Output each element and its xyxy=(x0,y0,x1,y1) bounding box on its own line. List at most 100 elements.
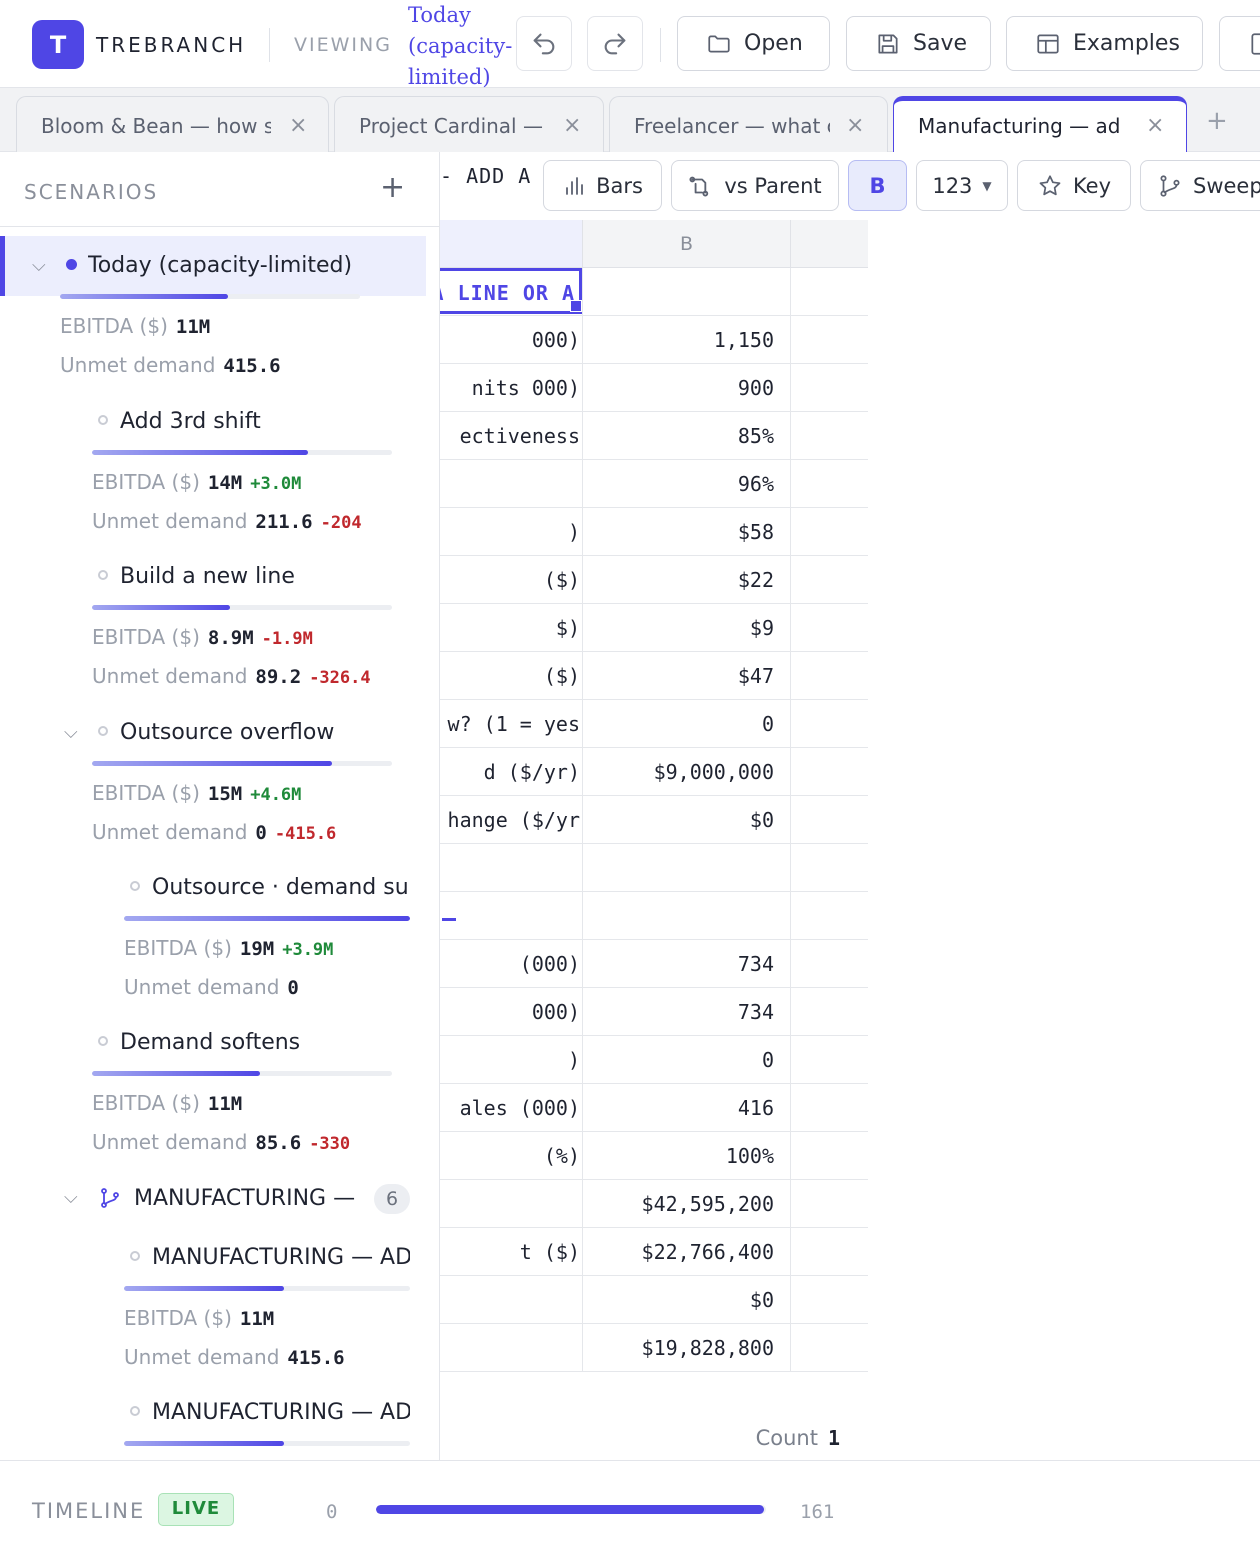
cell-b[interactable]: 416 xyxy=(583,1084,791,1132)
examples-button[interactable]: Examples xyxy=(1006,16,1203,71)
fill-handle[interactable] xyxy=(570,300,582,312)
cell-a[interactable] xyxy=(440,892,583,940)
chevron-down-icon[interactable]: ⌵ xyxy=(64,722,78,743)
scenario-title[interactable]: Outsource overflow xyxy=(120,720,410,745)
cell-b[interactable]: 96% xyxy=(583,460,791,508)
chevron-down-icon[interactable]: ⌵ xyxy=(64,1187,78,1208)
cell-c[interactable] xyxy=(791,1180,868,1228)
cell-a[interactable]: ectiveness xyxy=(440,412,583,460)
cell-b[interactable]: 900 xyxy=(583,364,791,412)
column-header-b[interactable]: B xyxy=(583,220,791,268)
cell-b[interactable]: 100% xyxy=(583,1132,791,1180)
cell-b[interactable] xyxy=(583,892,791,940)
scenario-group-title[interactable]: MANUFACTURING — xyxy=(134,1186,370,1211)
cell-b[interactable]: $0 xyxy=(583,796,791,844)
cell-b[interactable]: $58 xyxy=(583,508,791,556)
cell-c[interactable] xyxy=(791,988,868,1036)
cell-c[interactable] xyxy=(791,1036,868,1084)
cell-c[interactable] xyxy=(791,796,868,844)
scenario-title[interactable]: Add 3rd shift xyxy=(120,409,410,434)
scenario-title[interactable]: MANUFACTURING — AD xyxy=(152,1400,410,1425)
cell-b[interactable]: $47 xyxy=(583,652,791,700)
cell-c[interactable] xyxy=(791,364,868,412)
bars-button[interactable]: Bars xyxy=(543,160,662,211)
cell-c[interactable] xyxy=(791,748,868,796)
cell-a[interactable]: t ($) xyxy=(440,1228,583,1276)
tab-bloom-bean[interactable]: Bloom & Bean — how s × xyxy=(16,96,329,152)
key-button[interactable]: Key xyxy=(1017,160,1131,211)
cell-a[interactable]: ($) xyxy=(440,556,583,604)
cell-c[interactable] xyxy=(791,700,868,748)
redo-button[interactable] xyxy=(587,16,643,71)
cell-a[interactable] xyxy=(440,1276,583,1324)
close-icon[interactable]: × xyxy=(289,113,307,138)
column-header-a[interactable] xyxy=(440,220,583,268)
tab-freelancer[interactable]: Freelancer — what c × xyxy=(609,96,888,152)
vs-parent-button[interactable]: vs Parent xyxy=(671,160,839,211)
more-button[interactable] xyxy=(1219,16,1260,71)
cell-c[interactable] xyxy=(791,604,868,652)
cell-a[interactable] xyxy=(440,460,583,508)
sweep-button[interactable]: Sweep xyxy=(1140,160,1260,211)
cell-c[interactable] xyxy=(791,460,868,508)
scenario-title[interactable]: Demand softens xyxy=(120,1030,410,1055)
save-button[interactable]: Save xyxy=(846,16,991,71)
cell-b[interactable]: 0 xyxy=(583,1036,791,1084)
cell-c[interactable] xyxy=(791,316,868,364)
cell-a[interactable]: d ($/yr) xyxy=(440,748,583,796)
number-format-dropdown[interactable]: 123 ▼ xyxy=(916,160,1008,211)
cell-b[interactable]: $22 xyxy=(583,556,791,604)
cell-a[interactable]: hange ($/yr xyxy=(440,796,583,844)
cell-a[interactable] xyxy=(440,1324,583,1372)
cell-a[interactable]: 000) xyxy=(440,988,583,1036)
scenario-title[interactable]: MANUFACTURING — AD xyxy=(152,1245,410,1270)
column-header-c[interactable] xyxy=(791,220,868,268)
cell-a[interactable]: w? (1 = yes xyxy=(440,700,583,748)
cell-a[interactable]: nits 000) xyxy=(440,364,583,412)
scenario-title[interactable]: Today (capacity-limited) xyxy=(88,253,410,278)
cell-b[interactable]: 85% xyxy=(583,412,791,460)
add-tab-button[interactable]: + xyxy=(1206,106,1228,136)
cell-c[interactable] xyxy=(791,1228,868,1276)
cell-c[interactable] xyxy=(791,1132,868,1180)
cell-a[interactable]: (%) xyxy=(440,1132,583,1180)
cell-c[interactable] xyxy=(791,844,868,892)
undo-button[interactable] xyxy=(516,16,572,71)
cell-b[interactable]: 0 xyxy=(583,700,791,748)
tab-project-cardinal[interactable]: Project Cardinal — × xyxy=(334,96,604,152)
cell-b[interactable]: $42,595,200 xyxy=(583,1180,791,1228)
cell-a[interactable] xyxy=(440,1180,583,1228)
selected-cell[interactable]: A LINE OR A xyxy=(440,268,582,314)
open-button[interactable]: Open xyxy=(677,16,830,71)
live-badge[interactable]: LIVE xyxy=(158,1493,234,1526)
cell-a[interactable]: ales (000) xyxy=(440,1084,583,1132)
chevron-down-icon[interactable]: ⌵ xyxy=(32,255,46,276)
cell-a[interactable]: ) xyxy=(440,508,583,556)
cell-a[interactable] xyxy=(440,844,583,892)
cell-c[interactable] xyxy=(791,940,868,988)
cell-b[interactable]: $9 xyxy=(583,604,791,652)
cell-c[interactable] xyxy=(791,412,868,460)
cell-b[interactable]: $9,000,000 xyxy=(583,748,791,796)
cell-c[interactable] xyxy=(791,1324,868,1372)
scenario-title[interactable]: Outsource · demand surg xyxy=(152,875,410,900)
cell-b[interactable] xyxy=(583,268,791,316)
cell-c[interactable] xyxy=(791,556,868,604)
cell-c[interactable] xyxy=(791,892,868,940)
scenario-title[interactable]: Build a new line xyxy=(120,564,410,589)
cell-b[interactable]: 734 xyxy=(583,988,791,1036)
add-scenario-button[interactable]: + xyxy=(380,170,405,205)
cell-b[interactable]: 734 xyxy=(583,940,791,988)
close-icon[interactable]: × xyxy=(563,113,581,138)
cell-c[interactable] xyxy=(791,652,868,700)
timeline-slider[interactable] xyxy=(376,1505,766,1514)
cell-a[interactable]: 000) xyxy=(440,316,583,364)
close-icon[interactable]: × xyxy=(1146,113,1164,138)
cell-b[interactable]: $22,766,400 xyxy=(583,1228,791,1276)
cell-b[interactable]: $0 xyxy=(583,1276,791,1324)
cell-a[interactable]: $) xyxy=(440,604,583,652)
cell-b[interactable]: $19,828,800 xyxy=(583,1324,791,1372)
cell-c[interactable] xyxy=(791,1276,868,1324)
tab-manufacturing[interactable]: Manufacturing — ad × xyxy=(893,96,1187,154)
cell-a[interactable]: (000) xyxy=(440,940,583,988)
